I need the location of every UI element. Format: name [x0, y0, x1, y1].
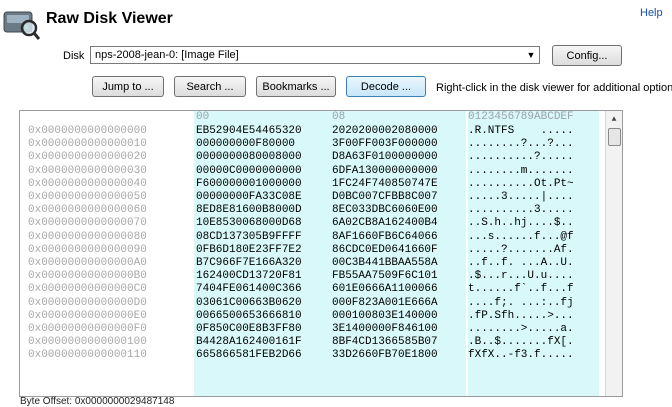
row-hex-left[interactable]: 03061C00663B0620	[196, 297, 302, 310]
row-offset[interactable]: 0x0000000000000040	[28, 178, 147, 191]
row-hex-left[interactable]: B4428A162400161F	[196, 336, 302, 349]
row-ascii[interactable]: ........?...?...	[468, 138, 574, 151]
row-hex-right[interactable]: 00C3B441BBAA558A	[332, 257, 438, 270]
row-offset[interactable]: 0x0000000000000080	[28, 231, 147, 244]
scrollbar-thumb[interactable]	[608, 128, 621, 146]
header-ascii: 0123456789ABCDEF	[468, 111, 574, 123]
row-hex-right[interactable]: 2020200002080000	[332, 125, 438, 138]
row-hex-right[interactable]: 8EC033DBC6060E00	[332, 204, 438, 217]
row-hex-right[interactable]: 6DFA130000000000	[332, 165, 438, 178]
row-hex-left[interactable]: 162400CD13720F81	[196, 270, 302, 283]
disk-label: Disk	[63, 50, 85, 62]
disk-select[interactable]: nps-2008-jean-0: [Image File] ▼	[90, 46, 540, 64]
row-hex-left[interactable]: 0F850C00E8B3FF80	[196, 323, 302, 336]
row-hex-left[interactable]: B7C966F7E166A320	[196, 257, 302, 270]
row-hex-left[interactable]: 0066500653666810	[196, 310, 302, 323]
viewer-header: 00 08 0123456789ABCDEF	[20, 111, 608, 124]
row-hex-right[interactable]: 8AF1660FB6C64066	[332, 231, 438, 244]
header-col-00: 00	[196, 111, 210, 123]
row-ascii[interactable]: .R.NTFS .....	[468, 125, 574, 138]
disk-select-value: nps-2008-jean-0: [Image File]	[95, 49, 239, 61]
chevron-down-icon[interactable]: ▼	[523, 47, 539, 63]
row-offset[interactable]: 0x00000000000000A0	[28, 257, 147, 270]
vertical-scrollbar[interactable]: ▲	[605, 111, 622, 396]
row-hex-left[interactable]: EB52904E54465320	[196, 125, 302, 138]
config-button[interactable]: Config...	[552, 45, 622, 66]
row-hex-left[interactable]: 0000000080008000	[196, 151, 302, 164]
row-offset[interactable]: 0x0000000000000060	[28, 204, 147, 217]
row-ascii[interactable]: ..S.h..hj....$..	[468, 217, 574, 230]
row-hex-left[interactable]: 10E8530068000D68	[196, 217, 302, 230]
row-hex-right[interactable]: 1FC24F740850747E	[332, 178, 438, 191]
row-hex-right[interactable]: D0BC007CFBB8C007	[332, 191, 438, 204]
row-offset[interactable]: 0x00000000000000C0	[28, 283, 147, 296]
context-hint: Right-click in the disk viewer for addit…	[436, 82, 672, 94]
row-offset[interactable]: 0x0000000000000010	[28, 138, 147, 151]
row-ascii[interactable]: .fP.Sfh.....>...	[468, 310, 574, 323]
row-ascii[interactable]: .B..$.......fX[.	[468, 336, 574, 349]
row-hex-right[interactable]: FB55AA7509F6C101	[332, 270, 438, 283]
row-offset[interactable]: 0x00000000000000E0	[28, 310, 147, 323]
row-hex-right[interactable]: 000F823A001E666A	[332, 297, 438, 310]
row-offset[interactable]: 0x0000000000000070	[28, 217, 147, 230]
page-title: Raw Disk Viewer	[46, 10, 173, 27]
scroll-up-icon[interactable]: ▲	[606, 111, 622, 127]
row-ascii[interactable]: ..f..f. ...A..U.	[468, 257, 574, 270]
row-hex-left[interactable]: 7404FE061400C366	[196, 283, 302, 296]
row-hex-left[interactable]: 000000000F80000	[196, 138, 295, 151]
row-offset[interactable]: 0x0000000000000030	[28, 165, 147, 178]
row-offset[interactable]: 0x0000000000000050	[28, 191, 147, 204]
decode-button[interactable]: Decode ...	[346, 76, 426, 97]
row-offset[interactable]: 0x0000000000000020	[28, 151, 147, 164]
row-hex-right[interactable]: 33D2660FB70E1800	[332, 349, 438, 362]
row-ascii[interactable]: .$...r...U.u....	[468, 270, 574, 283]
row-hex-right[interactable]: 3E1400000F846100	[332, 323, 438, 336]
jump-to-button[interactable]: Jump to ...	[92, 76, 164, 97]
row-ascii[interactable]: ...s......f...@f	[468, 231, 574, 244]
row-hex-right[interactable]: 86CDC0ED0641660F	[332, 244, 438, 257]
row-offset[interactable]: 0x0000000000000110	[28, 349, 147, 362]
row-ascii[interactable]: ........m.......	[468, 165, 574, 178]
help-link[interactable]: Help	[640, 7, 663, 19]
row-hex-left[interactable]: F600000001000000	[196, 178, 302, 191]
row-ascii[interactable]: ..........?.....	[468, 151, 574, 164]
row-hex-left[interactable]: 8ED8E81600B8000D	[196, 204, 302, 217]
row-ascii[interactable]: ........>.....a.	[468, 323, 574, 336]
row-hex-right[interactable]: 000100803E140000	[332, 310, 438, 323]
row-hex-right[interactable]: 6A02CB8A162400B4	[332, 217, 438, 230]
row-ascii[interactable]: fXfX..-f3.f.....	[468, 349, 574, 362]
row-ascii[interactable]: ..........Ot.Pt~	[468, 178, 574, 191]
row-hex-left[interactable]: 00000C0000000000	[196, 165, 302, 178]
row-offset[interactable]: 0x0000000000000090	[28, 244, 147, 257]
row-ascii[interactable]: ..........3.....	[468, 204, 574, 217]
row-ascii[interactable]: .....3.....|....	[468, 191, 574, 204]
row-offset[interactable]: 0x00000000000000F0	[28, 323, 147, 336]
row-offset[interactable]: 0x00000000000000D0	[28, 297, 147, 310]
row-ascii[interactable]: .....?.......Af.	[468, 244, 574, 257]
row-offset[interactable]: 0x00000000000000B0	[28, 270, 147, 283]
bookmarks-button[interactable]: Bookmarks ...	[256, 76, 336, 97]
row-offset[interactable]: 0x0000000000000100	[28, 336, 147, 349]
row-hex-right[interactable]: 601E0666A1100066	[332, 283, 438, 296]
row-ascii[interactable]: t......f`..f...f	[468, 283, 574, 296]
row-ascii[interactable]: ....f;. ...:..fj	[468, 297, 574, 310]
row-hex-left[interactable]: 08CD137305B9FFFF	[196, 231, 302, 244]
byte-offset-status: Byte Offset: 0x0000000029487148	[20, 396, 175, 407]
header-col-08: 08	[332, 111, 346, 123]
row-hex-right[interactable]: D8A63F0100000000	[332, 151, 438, 164]
disk-viewer[interactable]: 00 08 0123456789ABCDEF 0x000000000000000…	[19, 110, 623, 397]
row-hex-left[interactable]: 00000000FA33C08E	[196, 191, 302, 204]
disk-viewer-icon	[3, 11, 40, 40]
row-hex-right[interactable]: 3F00FF003F000000	[332, 138, 438, 151]
search-button[interactable]: Search ...	[174, 76, 246, 97]
row-offset[interactable]: 0x0000000000000000	[28, 125, 147, 138]
row-hex-right[interactable]: 8BF4CD1366585B07	[332, 336, 438, 349]
row-hex-left[interactable]: 665866581FEB2D66	[196, 349, 302, 362]
row-hex-left[interactable]: 0FB6D180E23FF7E2	[196, 244, 302, 257]
